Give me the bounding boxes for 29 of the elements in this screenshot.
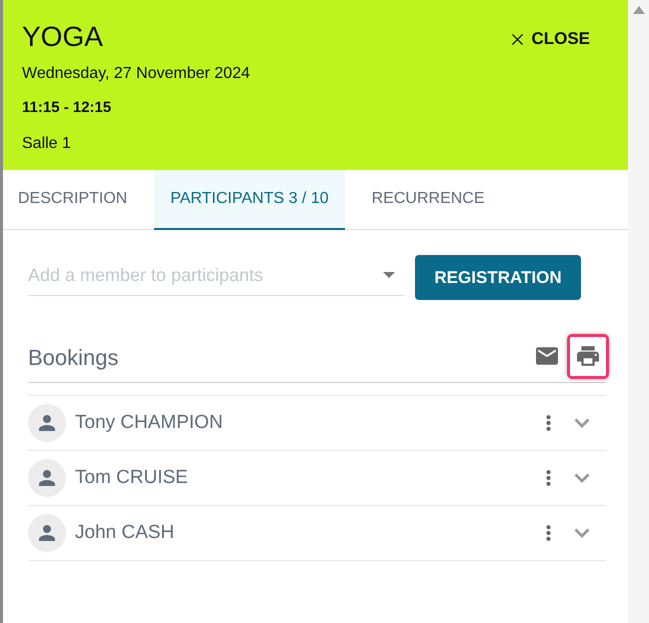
member-select-field[interactable]: Add a member to participants xyxy=(28,255,405,296)
person-avatar-icon xyxy=(28,404,66,442)
tab[interactable]: RECURRENCE xyxy=(356,170,500,230)
participant-name: Tom CRUISE xyxy=(75,466,188,490)
tab[interactable]: PARTICIPANTS 3 / 10 xyxy=(154,170,345,230)
person-avatar-icon xyxy=(28,459,66,497)
person-avatar-icon xyxy=(28,514,66,552)
print-button[interactable] xyxy=(567,334,609,378)
bookings-heading: Bookings xyxy=(28,344,119,372)
chevron-down-icon xyxy=(574,528,590,538)
mail-icon xyxy=(536,347,558,365)
kebab-menu-icon xyxy=(546,414,550,432)
scroll-up-arrow-icon[interactable] xyxy=(632,6,644,14)
chevron-down-icon xyxy=(574,473,590,483)
print-icon xyxy=(577,346,599,366)
event-title: YOGA xyxy=(22,20,103,54)
close-button[interactable]: CLOSE xyxy=(512,26,590,52)
registration-button[interactable]: REGISTRATION xyxy=(415,255,581,300)
close-icon xyxy=(512,34,524,44)
event-time: 11:15 - 12:15 xyxy=(22,98,112,118)
kebab-menu-icon xyxy=(546,469,550,487)
participant-name: John CASH xyxy=(75,520,174,545)
kebab-menu-icon xyxy=(546,524,550,542)
event-date: Wednesday, 27 November 2024 xyxy=(22,64,250,84)
participant-name: Tony CHAMPION xyxy=(75,410,223,435)
tab[interactable]: DESCRIPTION xyxy=(3,170,142,230)
event-room: Salle 1 xyxy=(22,134,71,154)
chevron-down-icon xyxy=(574,418,590,428)
dropdown-caret-icon xyxy=(383,272,395,278)
